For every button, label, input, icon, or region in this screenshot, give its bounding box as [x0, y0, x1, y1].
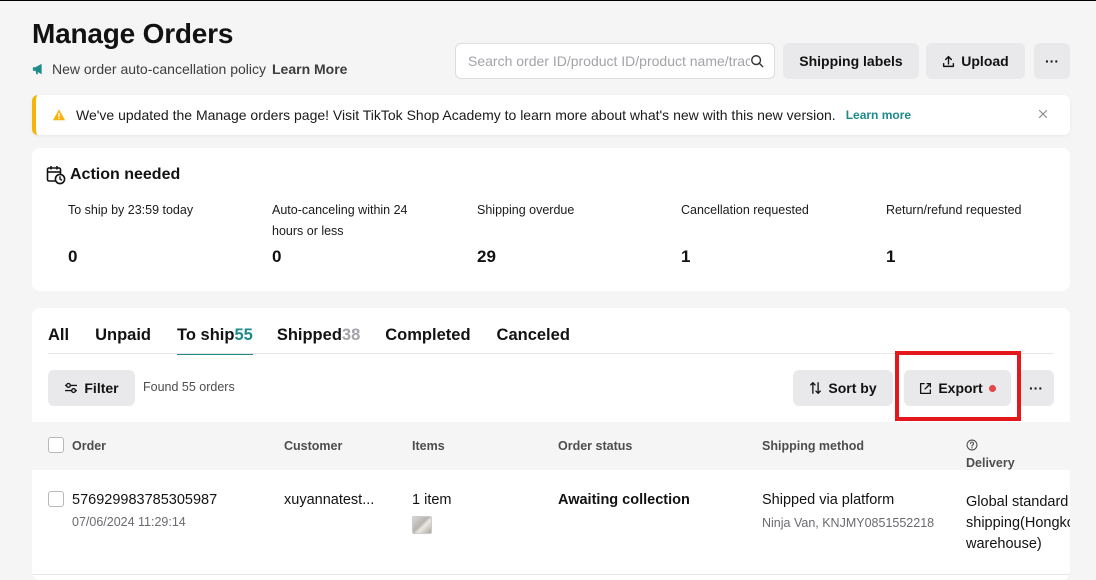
banner-message: We've updated the Manage orders page! Vi…: [76, 107, 836, 123]
metric-value: 29: [477, 247, 496, 266]
tab-shipped[interactable]: Shipped38: [277, 326, 360, 354]
toolbar-more-button[interactable]: ···: [1018, 370, 1054, 406]
highlight-box: [895, 351, 1021, 421]
sort-by-label: Sort by: [828, 380, 877, 396]
filter-icon: [65, 382, 78, 394]
column-header-customer: Customer: [284, 439, 343, 453]
delivery-option: Global standard shipping(Hongkong wareho…: [966, 494, 1070, 552]
banner-learn-more-link[interactable]: Learn more: [846, 108, 911, 122]
shipping-labels-button[interactable]: Shipping labels: [783, 43, 919, 79]
metric-value: 1: [681, 247, 691, 266]
column-header-shipping-method: Shipping method: [762, 439, 865, 453]
shipping-tracking: Ninja Van, KNJMY0851552218: [762, 516, 935, 530]
tab-all[interactable]: All: [48, 326, 69, 354]
policy-notice: New order auto-cancellation policy Learn…: [32, 61, 347, 77]
header-more-button[interactable]: ···: [1034, 43, 1070, 79]
metric-to-ship-today[interactable]: To ship by 23:59 today 0: [68, 200, 248, 266]
customer-name[interactable]: xuyannatest...: [284, 492, 374, 508]
table-header: Order Customer Items Order status Shippi…: [32, 422, 1070, 484]
shipping-method: Shipped via platform: [762, 492, 895, 508]
metric-label: Cancellation requested: [681, 203, 809, 217]
filter-button[interactable]: Filter: [48, 370, 135, 406]
metric-label: Shipping overdue: [477, 203, 575, 217]
action-needed-label: Action needed: [70, 166, 181, 183]
close-icon[interactable]: [1036, 107, 1050, 121]
shipping-labels-label: Shipping labels: [799, 53, 903, 69]
metric-cancellation-requested[interactable]: Cancellation requested 1: [681, 200, 861, 266]
table-row[interactable]: 576929983785305987 07/06/2024 11:29:14 x…: [32, 470, 1070, 574]
action-needed-title: Action needed: [46, 165, 180, 185]
more-icon: ···: [1045, 53, 1059, 69]
sort-by-button[interactable]: Sort by: [793, 370, 893, 406]
metric-label: Auto-canceling within 24 hours or less: [272, 203, 408, 238]
tab-completed[interactable]: Completed: [385, 326, 470, 354]
order-id[interactable]: 576929983785305987: [72, 492, 217, 508]
update-banner: We've updated the Manage orders page! Vi…: [32, 95, 1070, 135]
tab-to-ship[interactable]: To ship55: [177, 326, 253, 355]
metric-auto-canceling[interactable]: Auto-canceling within 24 hours or less 0: [272, 200, 432, 266]
policy-learn-more-link[interactable]: Learn More: [272, 61, 347, 77]
top-border: [0, 0, 1096, 1]
upload-label: Upload: [961, 53, 1009, 69]
metric-value: 0: [272, 247, 282, 266]
row-checkbox[interactable]: [48, 491, 64, 507]
tab-canceled[interactable]: Canceled: [497, 326, 570, 354]
tab-count: 55: [234, 326, 253, 344]
row-divider: [32, 574, 1070, 575]
search-icon[interactable]: [750, 54, 764, 68]
order-tabs: All Unpaid To ship55 Shipped38 Completed…: [48, 326, 570, 355]
metric-value: 0: [68, 247, 78, 266]
metric-value: 1: [886, 247, 896, 266]
column-header-items: Items: [412, 439, 445, 453]
column-header-order-status: Order status: [558, 439, 633, 453]
upload-icon: [943, 55, 955, 67]
warning-icon: [52, 109, 66, 121]
page-title: Manage Orders: [32, 18, 234, 49]
search-box[interactable]: [455, 43, 775, 79]
product-thumbnail[interactable]: [412, 516, 432, 534]
metric-return-refund-requested[interactable]: Return/refund requested 1: [886, 200, 1066, 266]
upload-button[interactable]: Upload: [926, 43, 1025, 79]
tab-unpaid[interactable]: Unpaid: [95, 326, 151, 354]
metric-label: Return/refund requested: [886, 203, 1022, 217]
items-count[interactable]: 1 item: [412, 492, 452, 508]
select-all-checkbox[interactable]: [48, 437, 64, 453]
filter-label: Filter: [84, 380, 119, 396]
metric-shipping-overdue[interactable]: Shipping overdue 29: [477, 200, 657, 266]
search-input[interactable]: [468, 53, 750, 69]
column-header-delivery-option: Delivery option: [966, 439, 1015, 484]
more-icon: ···: [1029, 380, 1043, 396]
megaphone-icon: [32, 63, 42, 75]
column-header-order: Order: [72, 439, 107, 453]
metric-label: To ship by 23:59 today: [68, 203, 194, 217]
found-count: Found 55 orders: [143, 380, 235, 394]
calendar-clock-icon: [46, 166, 66, 185]
sort-icon: [810, 382, 822, 394]
tab-count: 38: [341, 326, 361, 344]
help-icon[interactable]: [966, 439, 978, 451]
order-date: 07/06/2024 11:29:14: [72, 515, 186, 529]
policy-text: New order auto-cancellation policy: [52, 61, 266, 77]
order-status: Awaiting collection: [558, 492, 690, 508]
